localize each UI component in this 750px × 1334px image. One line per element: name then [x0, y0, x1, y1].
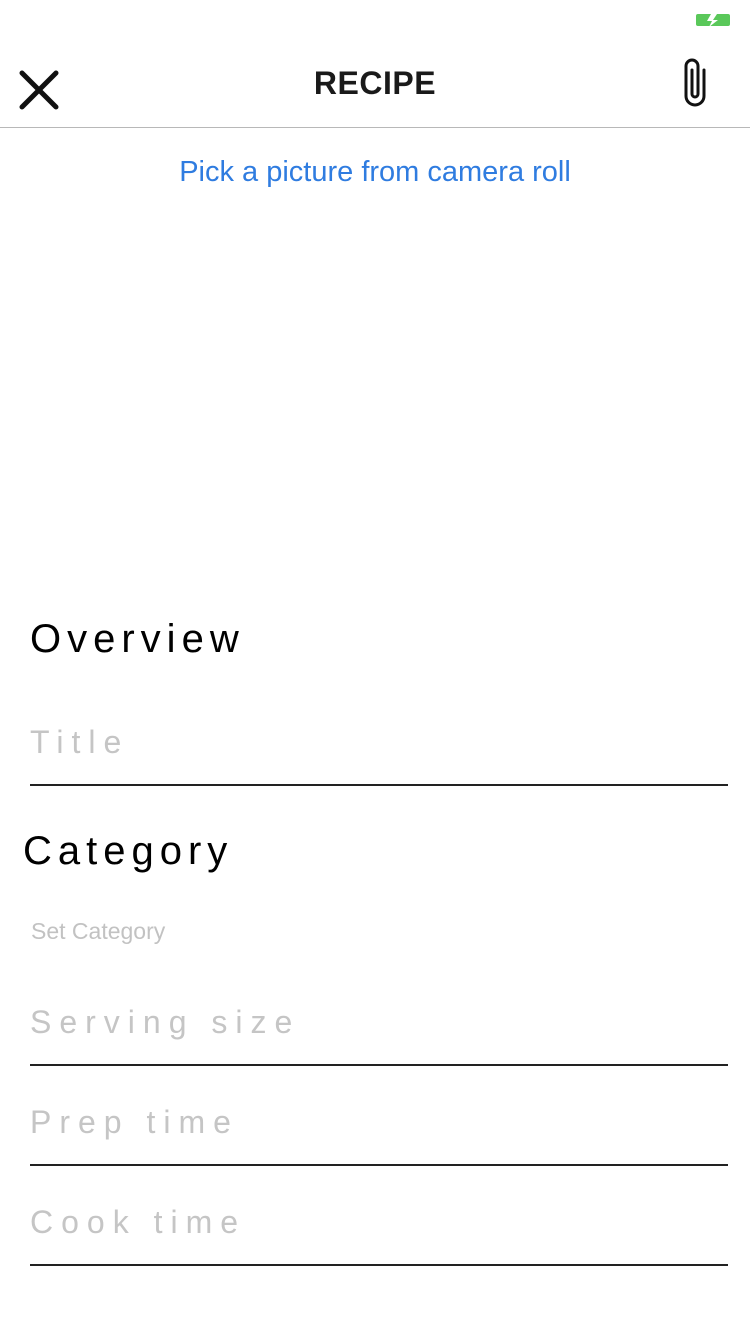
cook-time-placeholder: Cook time: [30, 1204, 247, 1240]
serving-size-placeholder: Serving size: [30, 1004, 301, 1040]
recipe-image-area[interactable]: [0, 205, 750, 600]
pick-picture-link[interactable]: Pick a picture from camera roll: [0, 156, 750, 189]
cook-time-field[interactable]: Cook time: [30, 1192, 728, 1266]
battery-charging-icon: [696, 14, 730, 27]
status-bar: [0, 0, 750, 40]
overview-heading: Overview: [30, 617, 245, 661]
recipe-screen: RECIPE Pick a picture from camera roll O…: [0, 0, 750, 1334]
title-placeholder: Title: [30, 724, 130, 760]
navigation-bar: RECIPE: [0, 40, 750, 128]
title-field[interactable]: Title: [30, 712, 728, 786]
serving-size-field[interactable]: Serving size: [30, 992, 728, 1066]
prep-time-field[interactable]: Prep time: [30, 1092, 728, 1166]
paperclip-icon[interactable]: [678, 54, 714, 110]
page-title: RECIPE: [313, 65, 437, 101]
category-heading: Category: [23, 829, 234, 873]
set-category-button[interactable]: Set Category: [31, 918, 165, 945]
prep-time-placeholder: Prep time: [30, 1104, 239, 1140]
